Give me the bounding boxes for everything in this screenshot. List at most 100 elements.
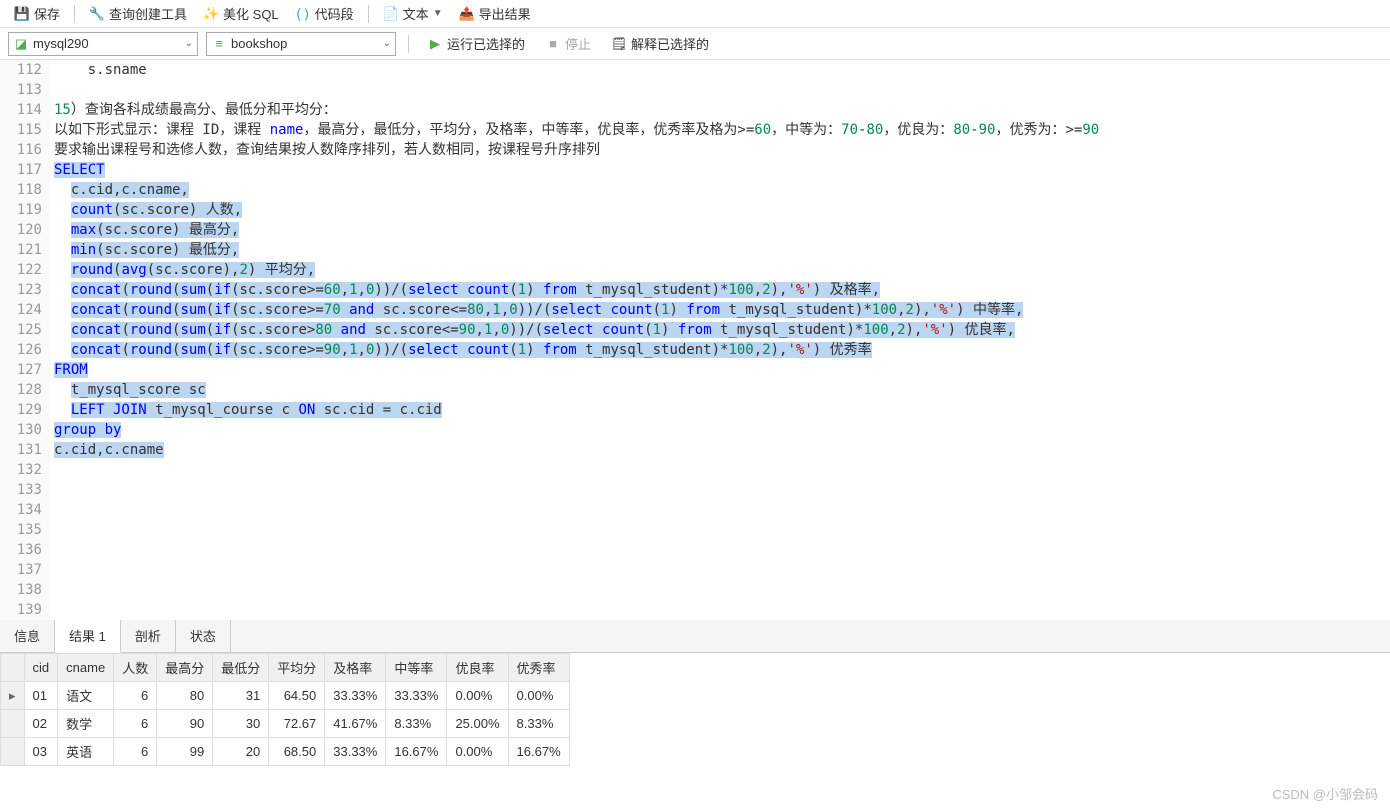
connection-select[interactable]: ◪ mysql290 ⌄ [8,32,198,56]
code-line[interactable]: concat(round(sum(if(sc.score>=90,1,0))/(… [54,340,1390,360]
code-line[interactable]: concat(round(sum(if(sc.score>80 and sc.s… [54,320,1390,340]
tab-info[interactable]: 信息 [0,620,55,652]
cell[interactable]: 68.50 [269,738,325,766]
sql-editor[interactable]: 1121131141151161171181191201211221231241… [0,60,1390,620]
code-line[interactable]: 以如下形式显示：课程 ID，课程 name，最高分，最低分，平均分，及格率，中等… [54,120,1390,140]
cell[interactable]: 16.67% [386,738,447,766]
column-header[interactable]: cname [58,654,114,682]
code-line[interactable]: s.sname [54,60,1390,80]
column-header[interactable]: 人数 [114,654,157,682]
line-number: 112 [8,60,42,80]
explain-label: 解释已选择的 [631,34,709,53]
result-grid[interactable]: cidcname人数最高分最低分平均分及格率中等率优良率优秀率▸01语文6803… [0,653,570,766]
code-line[interactable]: FROM [54,360,1390,380]
code-line[interactable]: count(sc.score) 人数, [54,200,1390,220]
stop-label: 停止 [565,34,591,53]
cell[interactable]: 41.67% [325,710,386,738]
cell[interactable]: 语文 [58,682,114,710]
cell[interactable]: 16.67% [508,738,569,766]
cell[interactable]: 90 [157,710,213,738]
code-line[interactable]: c.cid,c.cname [54,440,1390,460]
column-header[interactable]: 最高分 [157,654,213,682]
chevron-down-icon: ▼ [433,8,443,19]
column-header[interactable]: 最低分 [213,654,269,682]
cell[interactable]: 20 [213,738,269,766]
chevron-down-icon: ⌄ [383,38,391,49]
cell[interactable]: 25.00% [447,710,508,738]
cell[interactable]: 80 [157,682,213,710]
line-number: 113 [8,80,42,100]
text-button[interactable]: 📄 文本 ▼ [377,2,449,25]
code-line[interactable]: concat(round(sum(if(sc.score>=60,1,0))/(… [54,280,1390,300]
code-line[interactable] [54,80,1390,100]
cell[interactable]: 99 [157,738,213,766]
cell[interactable]: 6 [114,682,157,710]
code-line[interactable] [54,460,1390,480]
cell[interactable]: 72.67 [269,710,325,738]
cell[interactable]: 0.00% [447,738,508,766]
code-line[interactable] [54,520,1390,540]
table-row[interactable]: 02数学6903072.6741.67%8.33%25.00%8.33% [1,710,570,738]
code-line[interactable] [54,480,1390,500]
code-line[interactable]: round(avg(sc.score),2) 平均分, [54,260,1390,280]
code-line[interactable] [54,540,1390,560]
column-header[interactable]: 及格率 [325,654,386,682]
cell[interactable]: 8.33% [508,710,569,738]
cell[interactable]: 英语 [58,738,114,766]
tab-profile[interactable]: 剖析 [121,620,176,652]
export-button[interactable]: 📤 导出结果 [453,2,537,25]
code-line[interactable]: group by [54,420,1390,440]
save-button[interactable]: 💾 保存 [8,2,66,25]
line-gutter: 1121131141151161171181191201211221231241… [0,60,50,620]
cell[interactable]: 6 [114,710,157,738]
database-select[interactable]: ≡ bookshop ⌄ [206,32,396,56]
cell[interactable]: 33.33% [325,682,386,710]
code-line[interactable]: 要求输出课程号和选修人数，查询结果按人数降序排列，若人数相同，按课程号升序排列 [54,140,1390,160]
text-icon: 📄 [383,6,399,22]
code-line[interactable]: 15）查询各科成绩最高分、最低分和平均分： [54,100,1390,120]
code-line[interactable] [54,500,1390,520]
cell[interactable]: 0.00% [447,682,508,710]
cell[interactable]: 8.33% [386,710,447,738]
cell[interactable]: 64.50 [269,682,325,710]
column-header[interactable]: cid [24,654,58,682]
run-button[interactable]: ▶ 运行已选择的 [421,32,531,55]
cell[interactable]: 33.33% [386,682,447,710]
column-header[interactable]: 平均分 [269,654,325,682]
cell[interactable]: 03 [24,738,58,766]
code-line[interactable]: c.cid,c.cname, [54,180,1390,200]
cell[interactable]: 02 [24,710,58,738]
table-row[interactable]: 03英语6992068.5033.33%16.67%0.00%16.67% [1,738,570,766]
table-row[interactable]: ▸01语文6803164.5033.33%33.33%0.00%0.00% [1,682,570,710]
line-number: 115 [8,120,42,140]
column-header[interactable]: 优良率 [447,654,508,682]
code-line[interactable]: concat(round(sum(if(sc.score>=70 and sc.… [54,300,1390,320]
code-line[interactable]: LEFT JOIN t_mysql_course c ON sc.cid = c… [54,400,1390,420]
tab-status[interactable]: 状态 [176,620,231,652]
code-line[interactable] [54,580,1390,600]
code-line[interactable]: min(sc.score) 最低分, [54,240,1390,260]
code-line[interactable]: max(sc.score) 最高分, [54,220,1390,240]
code-line[interactable]: SELECT [54,160,1390,180]
code-line[interactable] [54,560,1390,580]
code-line[interactable] [54,600,1390,620]
query-tool-button[interactable]: 🔧 查询创建工具 [83,2,193,25]
beautify-button[interactable]: ✨ 美化 SQL [197,2,285,25]
cell[interactable]: 6 [114,738,157,766]
cell[interactable]: 33.33% [325,738,386,766]
line-number: 133 [8,480,42,500]
connection-toolbar: ◪ mysql290 ⌄ ≡ bookshop ⌄ ▶ 运行已选择的 ■ 停止 … [0,28,1390,60]
tab-result[interactable]: 结果 1 [55,620,121,653]
cell[interactable]: 数学 [58,710,114,738]
code-area[interactable]: s.sname 15）查询各科成绩最高分、最低分和平均分：以如下形式显示：课程 I… [50,60,1390,620]
column-header[interactable]: 优秀率 [508,654,569,682]
cell[interactable]: 0.00% [508,682,569,710]
cell[interactable]: 31 [213,682,269,710]
cell[interactable]: 30 [213,710,269,738]
column-header[interactable]: 中等率 [386,654,447,682]
explain-button[interactable]: 🗒 解释已选择的 [605,32,715,55]
snippet-button[interactable]: ( ) 代码段 [289,2,360,25]
cell[interactable]: 01 [24,682,58,710]
code-line[interactable]: t_mysql_score sc [54,380,1390,400]
line-number: 119 [8,200,42,220]
